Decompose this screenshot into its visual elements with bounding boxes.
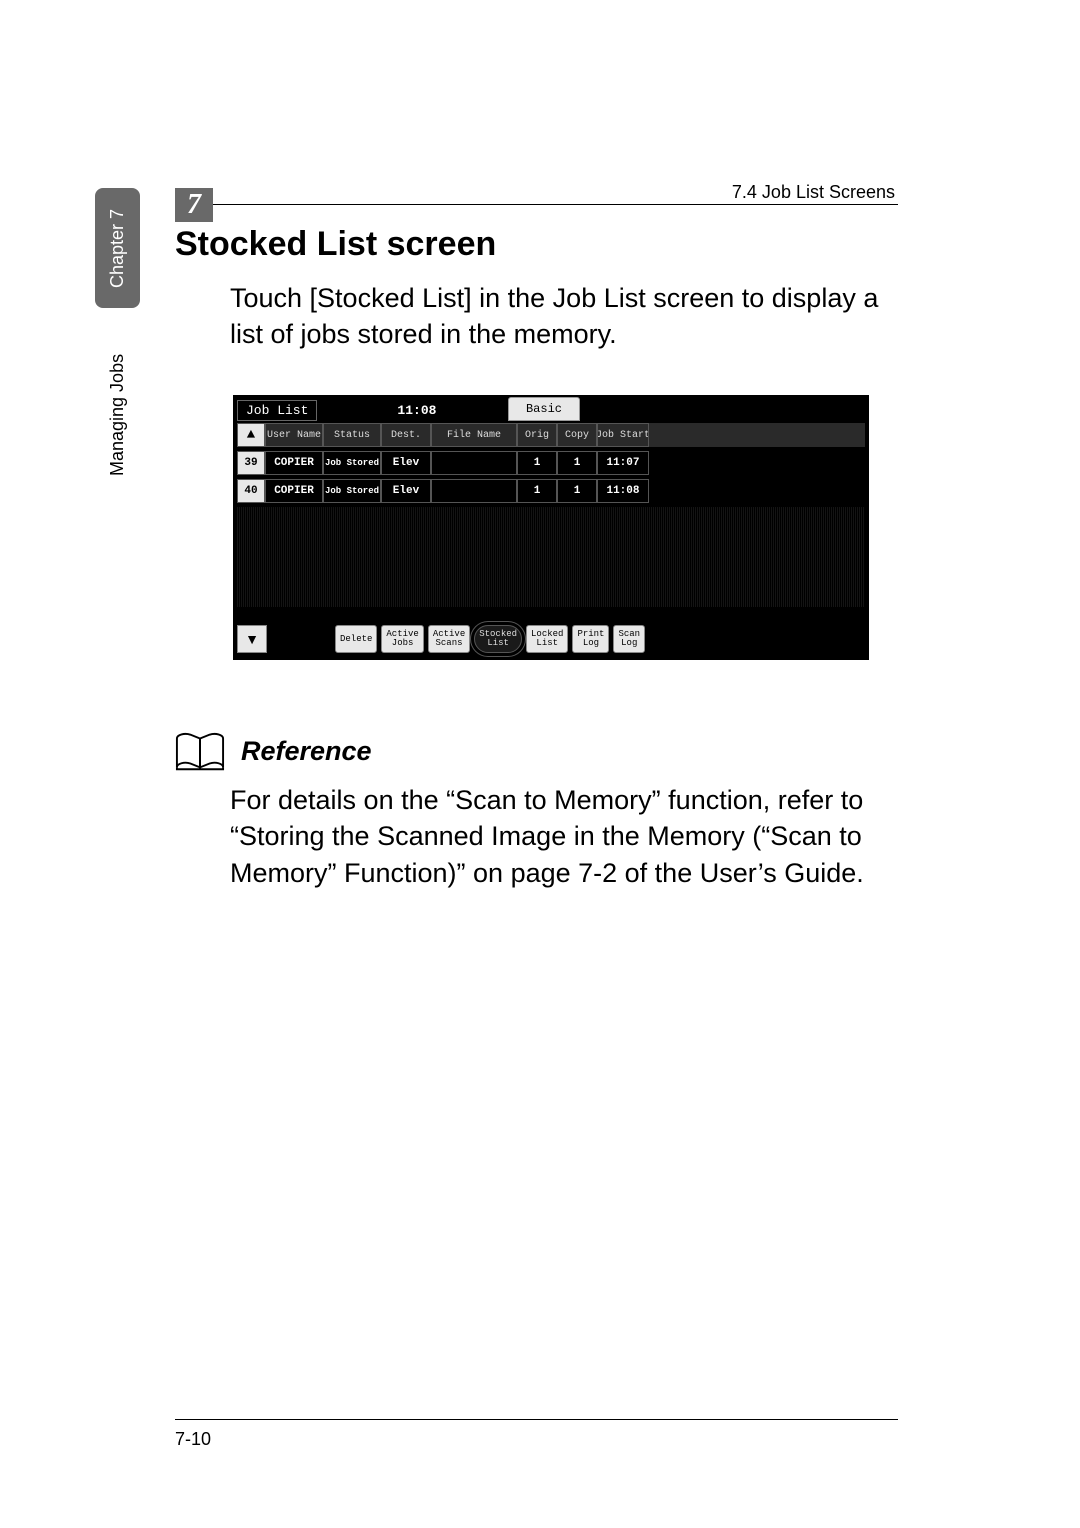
lcd-bottom-bar: ▼ Delete Active Jobs Active Scans Stocke…: [237, 624, 865, 654]
cell-user: COPIER: [265, 451, 323, 475]
cell-orig: 1: [517, 451, 557, 475]
reference-text: For details on the “Scan to Memory” func…: [230, 782, 905, 891]
page-title: Stocked List screen: [175, 225, 496, 264]
btn-line2: List: [487, 639, 509, 648]
open-book-icon: [175, 730, 225, 772]
reference-heading: Reference: [241, 736, 372, 767]
col-filename: File Name: [431, 423, 517, 447]
btn-line2: Jobs: [392, 639, 414, 648]
section-vertical-label: Managing Jobs: [95, 325, 140, 505]
locked-list-button[interactable]: Locked List: [526, 625, 568, 653]
active-scans-button[interactable]: Active Scans: [428, 625, 470, 653]
lcd-table-header: ▲ User Name Status Dest. File Name Orig …: [237, 423, 865, 447]
btn-line2: Log: [621, 639, 637, 648]
col-copy: Copy: [557, 423, 597, 447]
cell-copy: 1: [557, 451, 597, 475]
cell-dest: Elev: [381, 451, 431, 475]
lcd-title: Job List: [237, 400, 317, 421]
scroll-down-button[interactable]: ▼: [237, 625, 267, 653]
scroll-up-button[interactable]: ▲: [237, 423, 265, 447]
btn-line2: Scans: [436, 639, 463, 648]
btn-line2: List: [536, 639, 558, 648]
table-row[interactable]: 40 COPIER Job Stored Elev 1 1 11:08: [237, 479, 865, 503]
cell-status: Job Stored: [323, 451, 381, 475]
col-user: User Name: [265, 423, 323, 447]
cell-file: [431, 479, 517, 503]
lcd-time: 11:08: [397, 403, 436, 418]
cell-jobstart: 11:08: [597, 479, 649, 503]
scan-log-button[interactable]: Scan Log: [613, 625, 645, 653]
cell-copy: 1: [557, 479, 597, 503]
cell-user: COPIER: [265, 479, 323, 503]
intro-paragraph: Touch [Stocked List] in the Job List scr…: [230, 280, 900, 353]
device-lcd-screenshot: Job List 11:08 Basic ▲ User Name Status …: [233, 395, 869, 660]
header-divider: [213, 204, 898, 205]
page-number: 7-10: [175, 1429, 211, 1450]
col-status: Status: [323, 423, 381, 447]
print-log-button[interactable]: Print Log: [572, 625, 609, 653]
row-number: 40: [237, 479, 265, 503]
delete-button[interactable]: Delete: [335, 625, 377, 653]
col-jobstart: Job Start: [597, 423, 649, 447]
header-section-label: 7.4 Job List Screens: [732, 182, 895, 203]
row-number: 39: [237, 451, 265, 475]
col-orig: Orig: [517, 423, 557, 447]
cell-file: [431, 451, 517, 475]
chapter-tab: Chapter 7: [95, 188, 140, 308]
active-jobs-button[interactable]: Active Jobs: [381, 625, 423, 653]
lcd-empty-grid: [237, 507, 865, 607]
btn-line2: Log: [583, 639, 599, 648]
stocked-list-button[interactable]: Stocked List: [474, 625, 522, 653]
chapter-number: 7: [175, 188, 213, 222]
col-dest: Dest.: [381, 423, 431, 447]
cell-orig: 1: [517, 479, 557, 503]
cell-dest: Elev: [381, 479, 431, 503]
cell-jobstart: 11:07: [597, 451, 649, 475]
table-row[interactable]: 39 COPIER Job Stored Elev 1 1 11:07: [237, 451, 865, 475]
footer-divider: [175, 1419, 898, 1420]
basic-button[interactable]: Basic: [508, 397, 580, 421]
cell-status: Job Stored: [323, 479, 381, 503]
